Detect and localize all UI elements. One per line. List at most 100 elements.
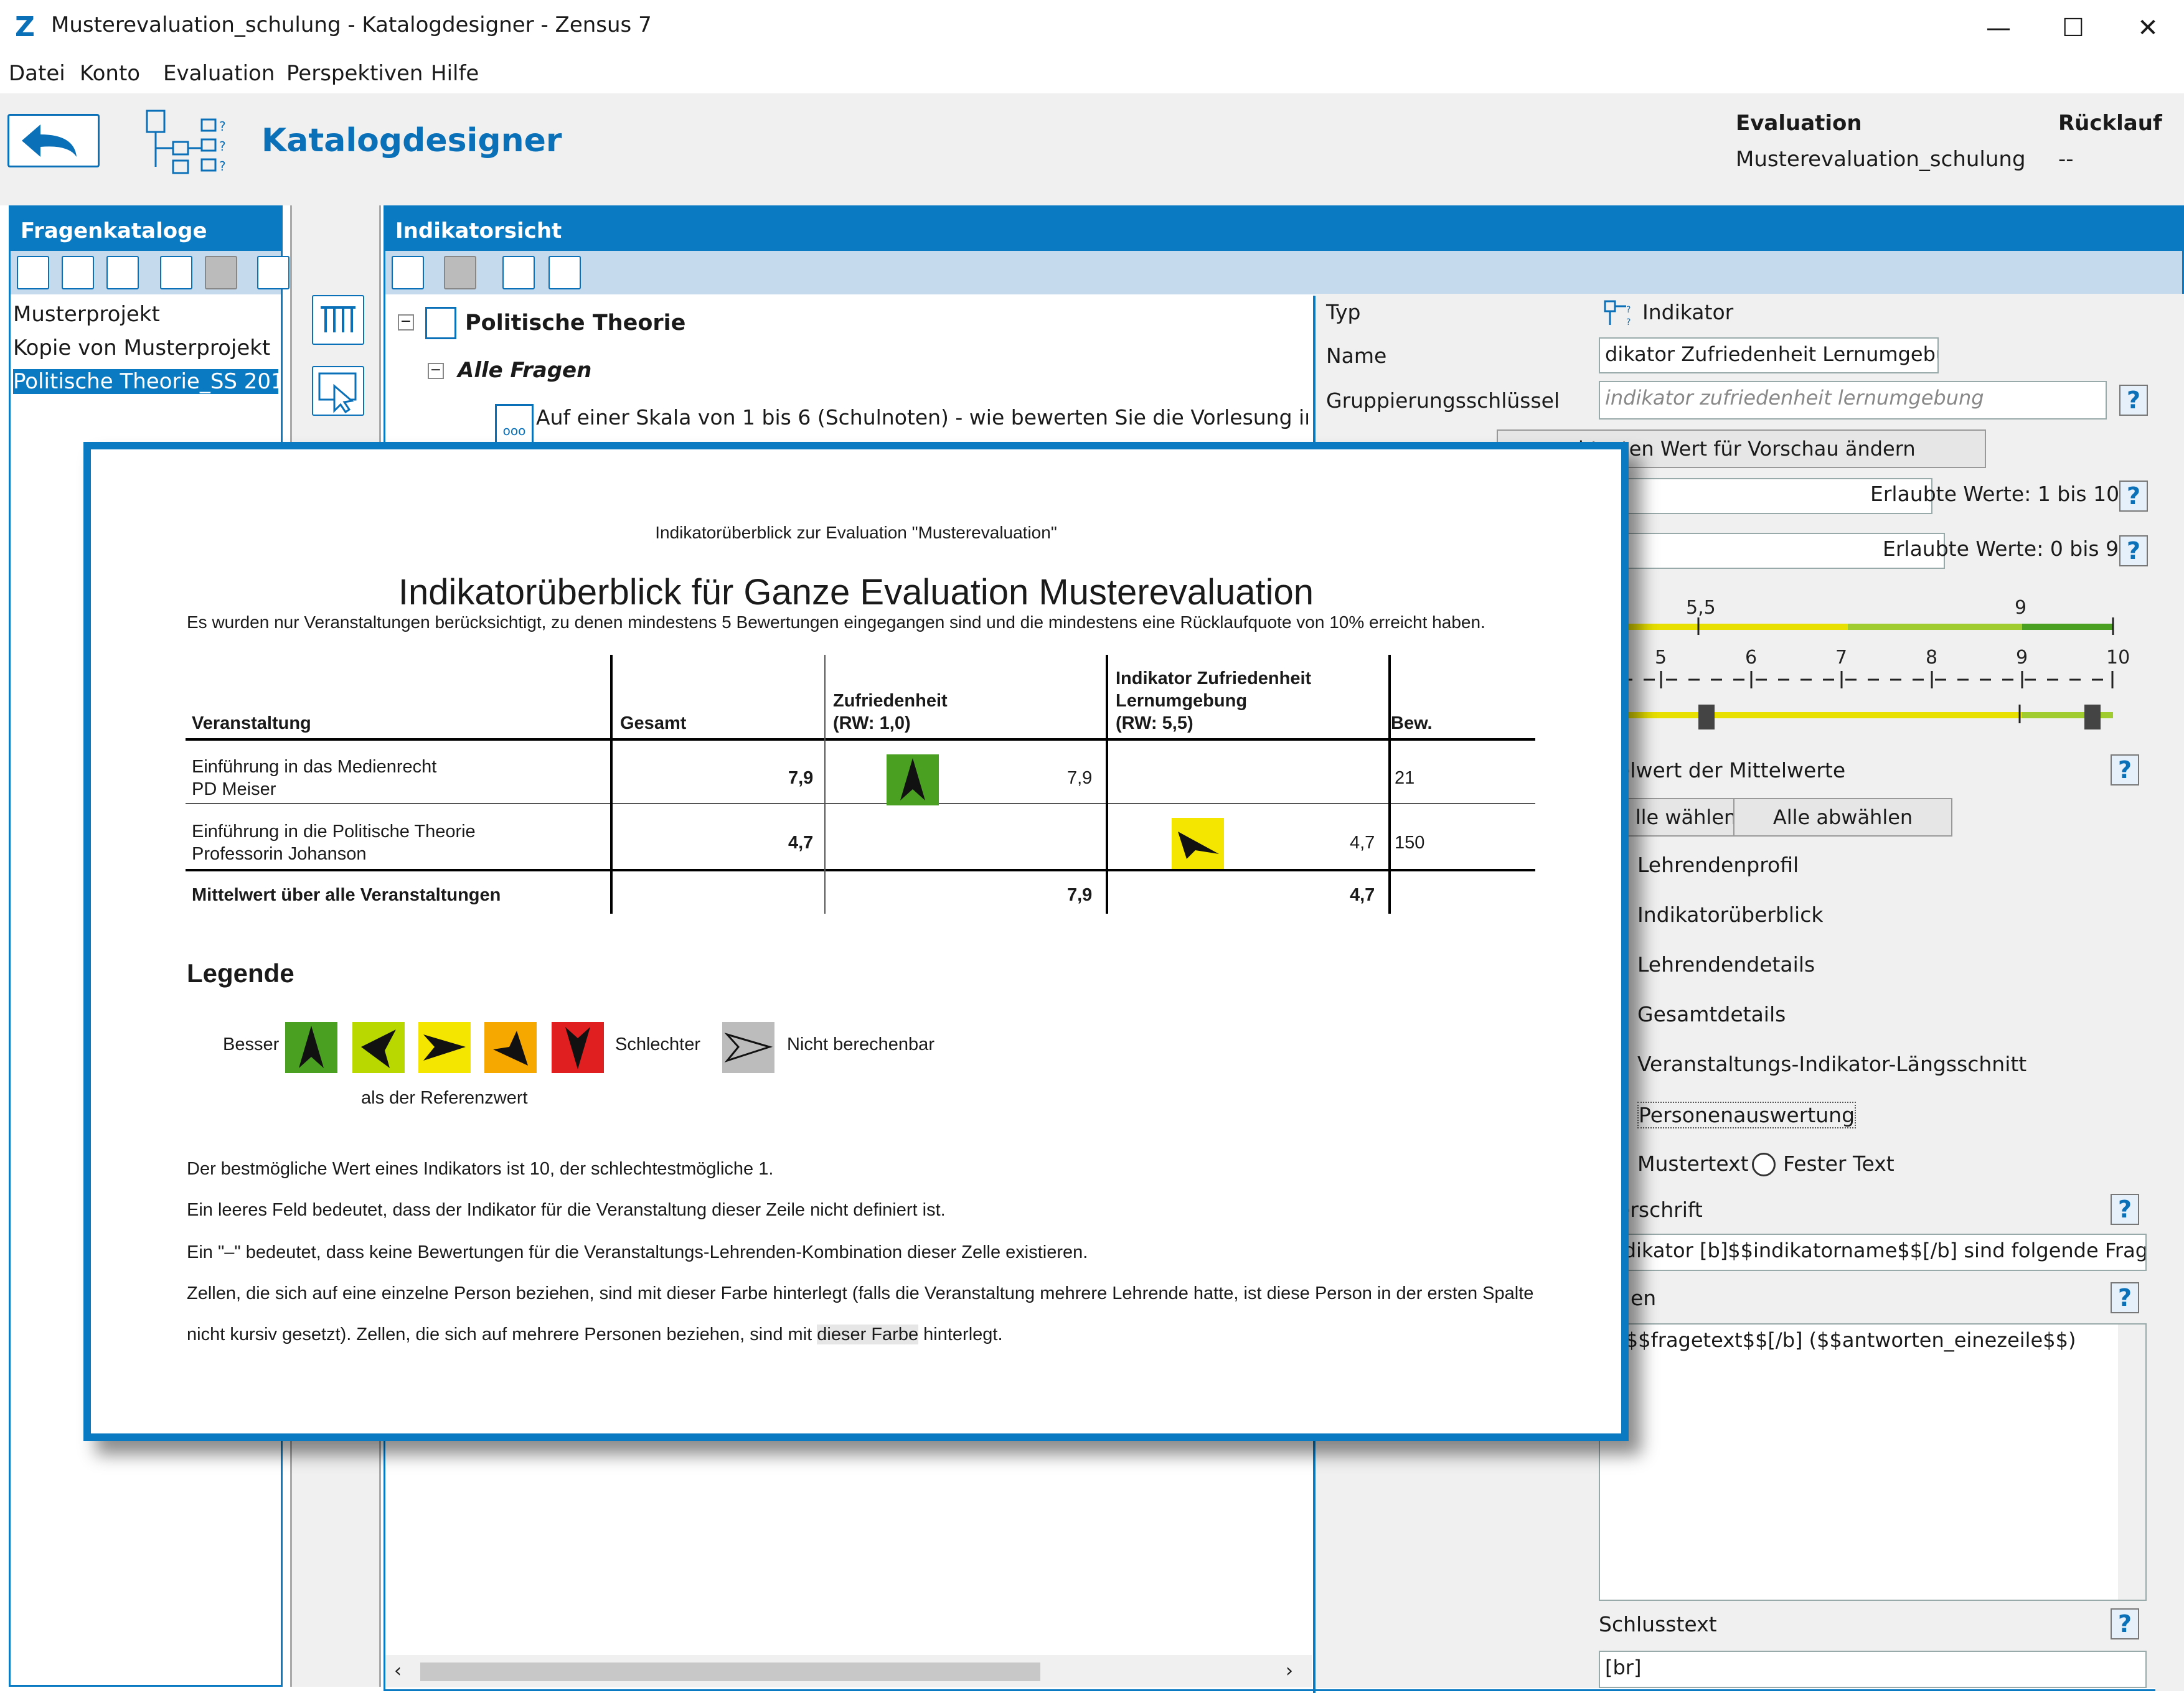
allowed1-help-button[interactable]: ? <box>2119 481 2148 512</box>
add-indicator-button[interactable] <box>392 256 424 289</box>
name-field[interactable]: dikator Zufriedenheit Lernumgebung <box>1599 337 1939 373</box>
legend-ref: als der Referenzwert <box>361 1088 528 1108</box>
gruppierung-field[interactable]: indikator zufriedenheit lernumgebung <box>1599 381 2107 420</box>
schlusstext-help-button[interactable]: ? <box>2111 1608 2139 1639</box>
svg-text:?: ? <box>1626 317 1631 327</box>
row2-bew: 150 <box>1395 833 1425 853</box>
tree-root-label[interactable]: Politische Theorie <box>465 311 685 335</box>
col-indikator: Indikator Zufriedenheit <box>1116 668 1312 688</box>
ruecklauf-value: -- <box>2058 147 2074 172</box>
scroll-thumb[interactable] <box>420 1663 1040 1681</box>
delete-indicator-button[interactable] <box>502 256 535 289</box>
ueberschrift-help-button[interactable]: ? <box>2111 1194 2139 1225</box>
indicator-tree-icon <box>321 306 355 332</box>
radio-mustertext[interactable]: Mustertext <box>1637 1151 1749 1176</box>
legend-arrow-down-right-icon <box>484 1022 537 1073</box>
menu-konto[interactable]: Konto <box>80 61 140 86</box>
collapse-group-toggle[interactable]: − <box>428 363 444 379</box>
check-gesamtdetails[interactable]: Gesamtdetails <box>1637 1002 1786 1026</box>
allowed2-help-button[interactable]: ? <box>2119 535 2148 566</box>
scale-top-label-1: 5,5 <box>1686 597 1716 619</box>
ueberschrift-label: erschrift <box>1617 1198 1703 1222</box>
copy-catalog-button[interactable] <box>160 256 192 289</box>
menu-datei[interactable]: Datei <box>9 61 65 86</box>
select-window-button[interactable] <box>312 366 364 416</box>
tree-group-label[interactable]: Alle Fragen <box>458 358 591 383</box>
fragen-help-button[interactable]: ? <box>2111 1282 2139 1313</box>
move-catalog-button[interactable] <box>205 256 237 289</box>
tree-question-label[interactable]: Auf einer Skala von 1 bis 6 (Schulnoten)… <box>536 405 1308 429</box>
catalog-item-musterprojekt[interactable]: Musterprojekt <box>13 302 160 327</box>
zensus-logo-icon: Z <box>15 11 35 43</box>
note-3: Ein "–" bedeutet, dass keine Bewertungen… <box>187 1242 1088 1262</box>
radio-fester-text-circle[interactable] <box>1752 1153 1776 1176</box>
legend-arrow-up-icon <box>285 1022 337 1073</box>
back-button[interactable] <box>7 114 100 167</box>
back-arrow-icon <box>22 124 77 157</box>
menu-evaluation[interactable]: Evaluation <box>163 61 275 86</box>
table-vline-3 <box>1106 655 1108 914</box>
indicator-tree-button[interactable] <box>312 295 364 345</box>
svg-text:?: ? <box>1626 305 1631 315</box>
title-bar: Z Musterevaluation_schulung - Katalogdes… <box>0 0 2184 56</box>
fragenkataloge-title: Fragenkataloge <box>11 207 281 255</box>
menu-perspektiven[interactable]: Perspektiven <box>286 61 423 86</box>
check-lehrendenprofil[interactable]: Lehrendenprofil <box>1637 853 1799 877</box>
properties-scrollbar[interactable] <box>2155 294 2184 1691</box>
check-indikatorueberblick[interactable]: Indikatorüberblick <box>1637 903 1823 927</box>
fragen-textarea-text: b]$$fragetext$$[/b] ($$antworten_einezei… <box>1605 1328 2076 1352</box>
svg-text:?: ? <box>219 159 226 174</box>
maximize-button[interactable]: ☐ <box>2036 6 2111 50</box>
collapse-root-toggle[interactable]: − <box>398 314 414 331</box>
tree-horizontal-scrollbar[interactable]: ‹ › <box>385 1655 1312 1687</box>
arrow-up-icon <box>887 754 939 805</box>
schlusstext-field[interactable]: [br] <box>1599 1651 2147 1688</box>
catalog-node-icon <box>425 307 456 339</box>
report-preview: Indikatorüberblick zur Evaluation "Muste… <box>83 442 1629 1441</box>
note-5-wrapper: nicht kursiv gesetzt). Zellen, die sich … <box>187 1325 1003 1345</box>
radio-fester-text[interactable]: Fester Text <box>1783 1151 1895 1176</box>
cursor-window-icon <box>318 372 357 414</box>
scroll-right-icon[interactable]: › <box>1286 1660 1293 1682</box>
toolstrip: ? ? ? Katalogdesigner Evaluation Mustere… <box>0 93 2184 205</box>
mean-row-label: Mittelwert über alle Veranstaltungen <box>192 885 501 905</box>
ueberschrift-field[interactable]: Indikator [b]$$indikatorname$$[/b] sind … <box>1599 1234 2147 1271</box>
row1-line2: PD Meiser <box>192 779 276 799</box>
mean-row-ind: 4,7 <box>1350 885 1375 905</box>
catalog-item-politische-theorie[interactable]: Politische Theorie_SS 2019 <box>13 369 278 394</box>
row2-gesamt: 4,7 <box>788 833 814 853</box>
mittelwert-label: elwert der Mittelwerte <box>1617 758 1846 782</box>
fragen-textarea[interactable]: b]$$fragetext$$[/b] ($$antworten_einezei… <box>1599 1323 2147 1601</box>
menu-hilfe[interactable]: Hilfe <box>431 61 479 86</box>
name-label: Name <box>1326 344 1387 368</box>
col-veranstaltung: Veranstaltung <box>192 713 311 733</box>
mittelwert-help-button[interactable]: ? <box>2111 754 2139 786</box>
catalog-item-kopie[interactable]: Kopie von Musterprojekt <box>13 335 270 360</box>
indikatorsicht-title: Indikatorsicht <box>385 207 2182 255</box>
fragen-scrollbar[interactable] <box>2118 1325 2145 1600</box>
close-button[interactable]: ✕ <box>2111 6 2184 50</box>
scale-tick-label: 6 <box>1745 647 1757 668</box>
note-4: Zellen, die sich auf eine einzelne Perso… <box>187 1283 1534 1303</box>
deselect-all-button[interactable]: Alle abwählen <box>1733 798 1952 837</box>
export-catalog-button[interactable] <box>106 256 139 289</box>
gruppierung-help-button[interactable]: ? <box>2119 385 2148 416</box>
scroll-left-icon[interactable]: ‹ <box>394 1660 402 1682</box>
row1-bew: 21 <box>1395 768 1415 788</box>
legend-arrow-na-icon <box>722 1022 774 1073</box>
copy-indicator-button[interactable] <box>548 256 581 289</box>
minimize-button[interactable]: — <box>1961 6 2036 50</box>
more-catalog-button[interactable] <box>257 256 289 289</box>
new-catalog-button[interactable] <box>17 256 49 289</box>
import-catalog-button[interactable] <box>62 256 94 289</box>
check-personenauswertung[interactable]: Personenauswertung <box>1637 1102 1857 1128</box>
table-row-line <box>186 803 1535 804</box>
note-5: nicht kursiv gesetzt). Zellen, die sich … <box>187 1325 812 1344</box>
check-laengsschnitt[interactable]: Veranstaltungs-Indikator-Längsschnitt <box>1637 1052 2026 1076</box>
note-highlight: dieser Farbe <box>817 1325 919 1344</box>
check-lehrendendetails[interactable]: Lehrendendetails <box>1637 952 1815 977</box>
move-indicator-button[interactable] <box>444 256 476 289</box>
col-bew: Bew. <box>1391 713 1433 733</box>
scale-tick-label: 9 <box>2016 647 2028 668</box>
indicator-type-icon: ?? <box>1604 300 1631 327</box>
